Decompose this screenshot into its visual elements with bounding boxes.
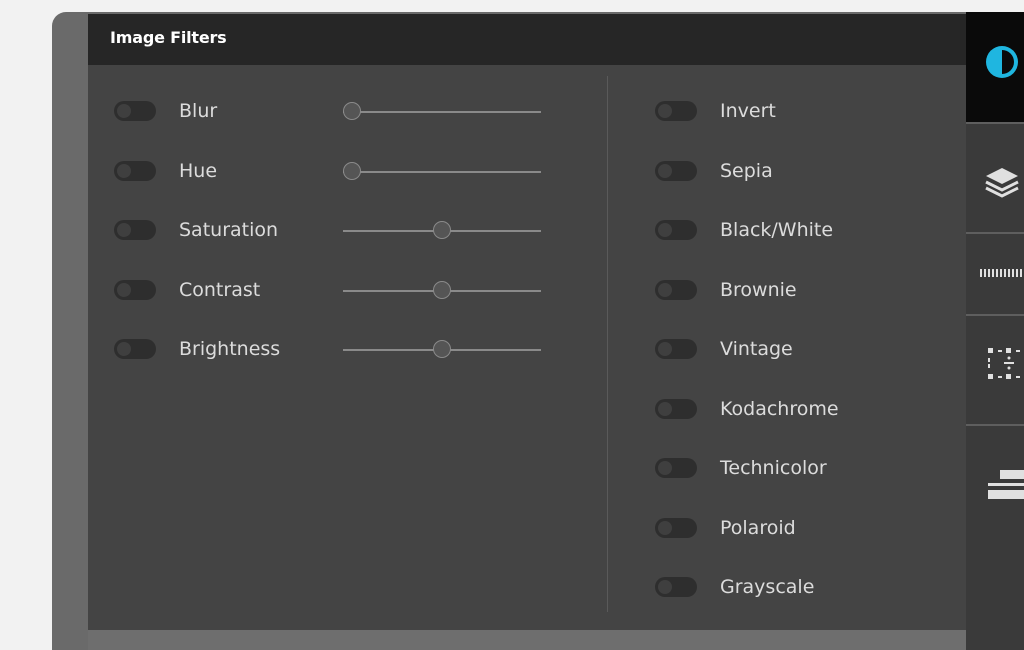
filter-row-grayscale: Grayscale: [655, 572, 814, 602]
filter-toggle[interactable]: [655, 517, 697, 538]
filter-label: Contrast: [179, 279, 261, 301]
slider-thumb[interactable]: [433, 281, 451, 299]
filter-row-black-white: Black/White: [655, 215, 833, 245]
filter-label: Brightness: [179, 338, 281, 360]
filter-row-hue: Hue: [114, 156, 217, 186]
panel-footer: [88, 630, 966, 650]
toolbar-align-button[interactable]: [966, 426, 1024, 556]
toggle-knob: [658, 104, 672, 118]
filter-label: Blur: [179, 100, 218, 122]
filter-slider[interactable]: [343, 162, 541, 182]
filter-row-invert: Invert: [655, 96, 776, 126]
toggle-knob: [117, 164, 131, 178]
toggle-knob: [658, 342, 672, 356]
filter-toggle[interactable]: [114, 161, 156, 181]
toggle-knob: [658, 163, 672, 178]
filter-label: Brownie: [720, 278, 797, 301]
filter-label: Technicolor: [720, 457, 827, 479]
filter-toggle[interactable]: [655, 577, 697, 597]
filter-label: Grayscale: [720, 576, 815, 598]
slider-track: [343, 171, 541, 173]
toggle-knob: [658, 282, 672, 297]
filter-label: Polaroid: [720, 516, 796, 539]
filter-row-polaroid: Polaroid: [655, 513, 796, 543]
filter-row-kodachrome: Kodachrome: [655, 394, 839, 424]
contrast-icon: [986, 46, 1018, 78]
filter-row-saturation: Saturation: [114, 215, 278, 245]
filter-toggle[interactable]: [114, 101, 156, 121]
filter-slider[interactable]: [343, 102, 541, 122]
filter-toggle[interactable]: [655, 101, 697, 121]
grid-divide-icon: [988, 348, 1020, 379]
toolbar-layers-button[interactable]: [966, 124, 1024, 234]
toolbar-filters-button[interactable]: [966, 12, 1024, 124]
ruler-icon: [980, 269, 1022, 277]
filter-slider[interactable]: [343, 221, 541, 241]
toolbar-ruler-button[interactable]: [966, 234, 1024, 316]
filter-slider[interactable]: [343, 340, 541, 360]
column-divider: [607, 76, 608, 612]
filter-toggle[interactable]: [655, 398, 697, 419]
filter-toggle[interactable]: [655, 339, 697, 359]
toggle-knob: [117, 283, 131, 297]
toggle-knob: [658, 223, 672, 237]
slider-track: [343, 111, 541, 113]
filter-toggle[interactable]: [114, 339, 156, 359]
layers-icon: [985, 168, 1019, 198]
filter-row-brownie: Brownie: [655, 275, 797, 305]
filter-toggle[interactable]: [655, 220, 697, 240]
slider-thumb[interactable]: [433, 221, 451, 239]
slider-thumb[interactable]: [343, 102, 361, 120]
filter-label: Hue: [179, 160, 218, 182]
filter-toggle[interactable]: [655, 279, 697, 300]
app-stage: Image Filters Blur Hue Saturation Contrast B…: [0, 0, 1024, 650]
filter-row-vintage: Vintage: [655, 334, 793, 364]
right-toolbar: [966, 12, 1024, 650]
toggle-knob: [658, 520, 672, 535]
toggle-knob: [658, 461, 672, 475]
slider-thumb[interactable]: [343, 162, 361, 180]
align-icon: [988, 470, 1024, 499]
toggle-knob: [658, 580, 672, 594]
toggle-knob: [117, 223, 131, 237]
filter-row-brightness: Brightness: [114, 334, 280, 364]
filter-slider[interactable]: [343, 281, 541, 301]
filter-label: Black/White: [720, 219, 834, 241]
filter-row-sepia: Sepia: [655, 156, 773, 186]
toggle-knob: [117, 342, 131, 356]
toggle-knob: [117, 104, 131, 118]
toggle-knob: [658, 401, 672, 416]
filter-row-contrast: Contrast: [114, 275, 260, 305]
filter-row-technicolor: Technicolor: [655, 453, 827, 483]
filter-toggle[interactable]: [655, 458, 697, 478]
filter-toggle[interactable]: [114, 220, 156, 240]
filter-label: Sepia: [720, 159, 773, 182]
filter-label: Vintage: [720, 338, 793, 360]
slider-thumb[interactable]: [433, 340, 451, 358]
toolbar-grid-button[interactable]: [966, 316, 1024, 426]
filter-label: Invert: [720, 100, 776, 122]
filter-toggle[interactable]: [114, 280, 156, 300]
filter-row-blur: Blur: [114, 96, 217, 126]
panel-title: Image Filters: [110, 28, 227, 47]
panel-header: Image Filters: [88, 14, 966, 65]
filter-label: Kodachrome: [720, 397, 839, 420]
filter-toggle[interactable]: [655, 160, 697, 181]
filter-label: Saturation: [179, 219, 279, 241]
